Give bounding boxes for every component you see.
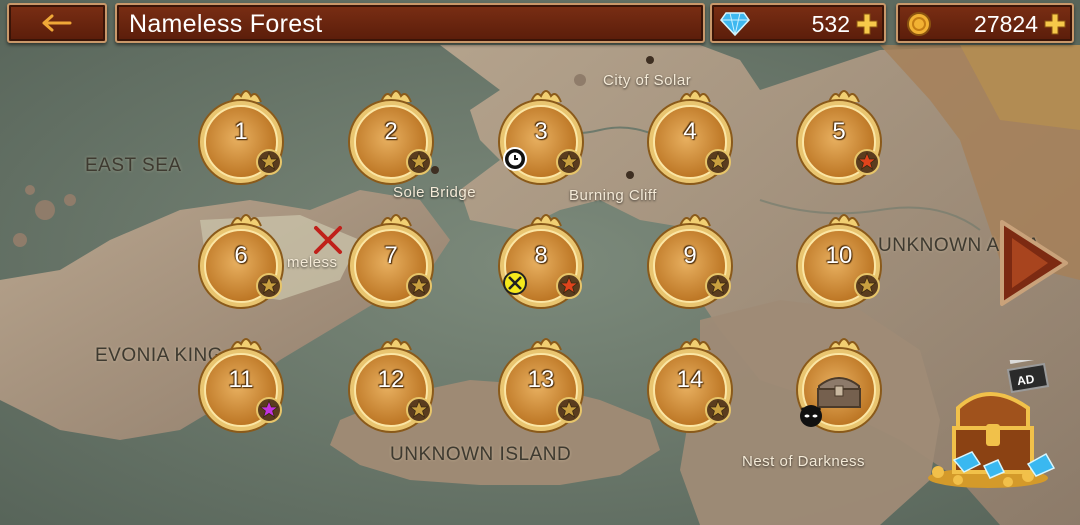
gold-star-icon xyxy=(555,148,583,181)
clock-icon xyxy=(502,146,528,177)
stage-number: 5 xyxy=(832,118,846,145)
stage-node-2[interactable]: 2 xyxy=(346,88,446,198)
ad-badge: AD xyxy=(1016,371,1036,389)
add-gems-button[interactable] xyxy=(856,13,878,35)
stage-node-7[interactable]: 7 xyxy=(346,212,446,322)
stage-node-8[interactable]: 8 xyxy=(496,212,596,322)
gold-star-icon xyxy=(853,272,881,305)
ad-treasure-chest[interactable]: AD xyxy=(918,354,1068,497)
stage-node-11[interactable]: 11 xyxy=(196,336,296,446)
stage-node-3[interactable]: 3 xyxy=(496,88,596,198)
arrow-left-icon xyxy=(42,14,72,32)
gold-star-icon xyxy=(704,396,732,429)
add-gold-button[interactable] xyxy=(1044,13,1066,35)
stage-node-14[interactable]: 14 xyxy=(645,336,745,446)
stage-node-13[interactable]: 13 xyxy=(496,336,596,446)
red-star-icon xyxy=(555,272,583,305)
stage-number: 13 xyxy=(527,366,555,393)
diamond-icon xyxy=(720,12,750,37)
stage-number: 3 xyxy=(534,118,548,145)
stage-number: 9 xyxy=(683,242,697,269)
stage-number: 8 xyxy=(534,242,548,269)
purple-star-icon xyxy=(255,396,283,429)
gold-star-icon xyxy=(555,396,583,429)
stage-node-5[interactable]: 5 xyxy=(794,88,894,198)
stage-node-12[interactable]: 12 xyxy=(346,336,446,446)
map-label-east-sea: EAST SEA xyxy=(85,155,182,176)
treasure-chest-icon xyxy=(928,354,1056,488)
stage-node-treasure[interactable] xyxy=(794,336,894,446)
stage-number: 14 xyxy=(676,366,704,393)
gold-count: 27824 xyxy=(974,11,1038,37)
title-bar: Nameless Forest xyxy=(115,3,705,43)
swords-icon xyxy=(502,270,528,301)
stage-node-10[interactable]: 10 xyxy=(794,212,894,322)
gold-star-icon xyxy=(704,272,732,305)
gem-count: 532 xyxy=(811,11,850,37)
map-label-nest-of-darkness: Nest of Darkness xyxy=(742,453,866,470)
back-button[interactable] xyxy=(7,3,107,43)
stage-number: 2 xyxy=(384,118,398,145)
red-star-icon xyxy=(853,148,881,181)
page-title: Nameless Forest xyxy=(129,10,323,38)
stage-node-4[interactable]: 4 xyxy=(645,88,745,198)
coin-icon xyxy=(907,12,931,36)
stage-number: 11 xyxy=(228,366,254,393)
stage-node-9[interactable]: 9 xyxy=(645,212,745,322)
gem-counter: 532 xyxy=(710,3,886,43)
stage-number: 4 xyxy=(683,118,697,145)
gold-star-icon xyxy=(255,148,283,181)
map-label-unknown-island: UNKNOWN ISLAND xyxy=(390,444,572,465)
stage-node-1[interactable]: 1 xyxy=(196,88,296,198)
next-page-arrow-icon[interactable] xyxy=(998,218,1070,308)
stage-number: 12 xyxy=(377,366,405,393)
gold-counter: 27824 xyxy=(896,3,1074,43)
gold-star-icon xyxy=(405,272,433,305)
stage-number: 1 xyxy=(234,118,248,145)
gold-star-icon xyxy=(255,272,283,305)
map-label-city-of-solar: City of Solar xyxy=(603,72,692,89)
gold-star-icon xyxy=(405,396,433,429)
stage-number: 6 xyxy=(234,242,248,269)
demon-icon xyxy=(798,402,824,433)
gold-star-icon xyxy=(405,148,433,181)
stage-number: 7 xyxy=(384,242,398,269)
stage-node-6[interactable]: 6 xyxy=(196,212,296,322)
gold-star-icon xyxy=(704,148,732,181)
stage-number: 10 xyxy=(825,242,853,269)
